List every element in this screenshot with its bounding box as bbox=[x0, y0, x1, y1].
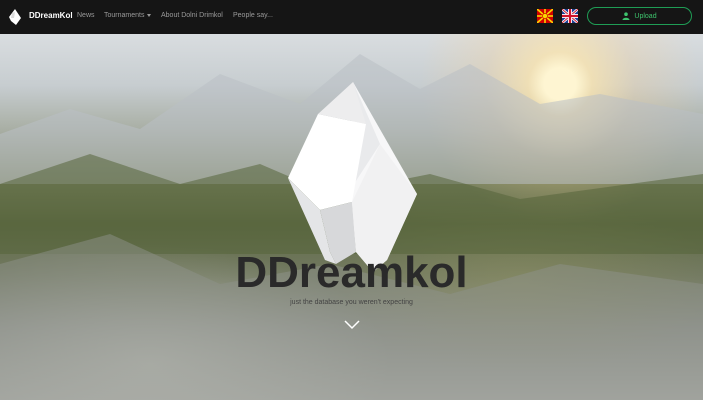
top-navbar: DDreamKol News Tournaments About Dolni D… bbox=[0, 0, 703, 34]
ddreamkol-logo-icon bbox=[288, 82, 417, 272]
hero-title: DDreamkol bbox=[235, 248, 468, 297]
nav-about[interactable]: About Dolni Drimkol bbox=[161, 12, 223, 19]
nav-news[interactable]: News bbox=[77, 12, 95, 19]
upload-label: Upload bbox=[634, 12, 657, 20]
nav-tournaments-label: Tournaments bbox=[104, 12, 145, 19]
flag-mk-icon[interactable] bbox=[537, 9, 553, 23]
flag-uk-icon[interactable] bbox=[562, 9, 578, 23]
brand-logo-icon[interactable] bbox=[9, 9, 21, 25]
upload-button[interactable]: Upload bbox=[587, 7, 692, 25]
chevron-down-icon[interactable] bbox=[344, 320, 360, 330]
brand-name[interactable]: DDreamKol bbox=[29, 11, 73, 20]
hero-tagline: just the database you weren't expecting bbox=[290, 299, 413, 306]
nav-people-say[interactable]: People say... bbox=[233, 12, 273, 19]
caret-down-icon bbox=[147, 13, 152, 17]
user-upload-icon bbox=[622, 12, 630, 20]
nav-tournaments[interactable]: Tournaments bbox=[104, 12, 152, 19]
